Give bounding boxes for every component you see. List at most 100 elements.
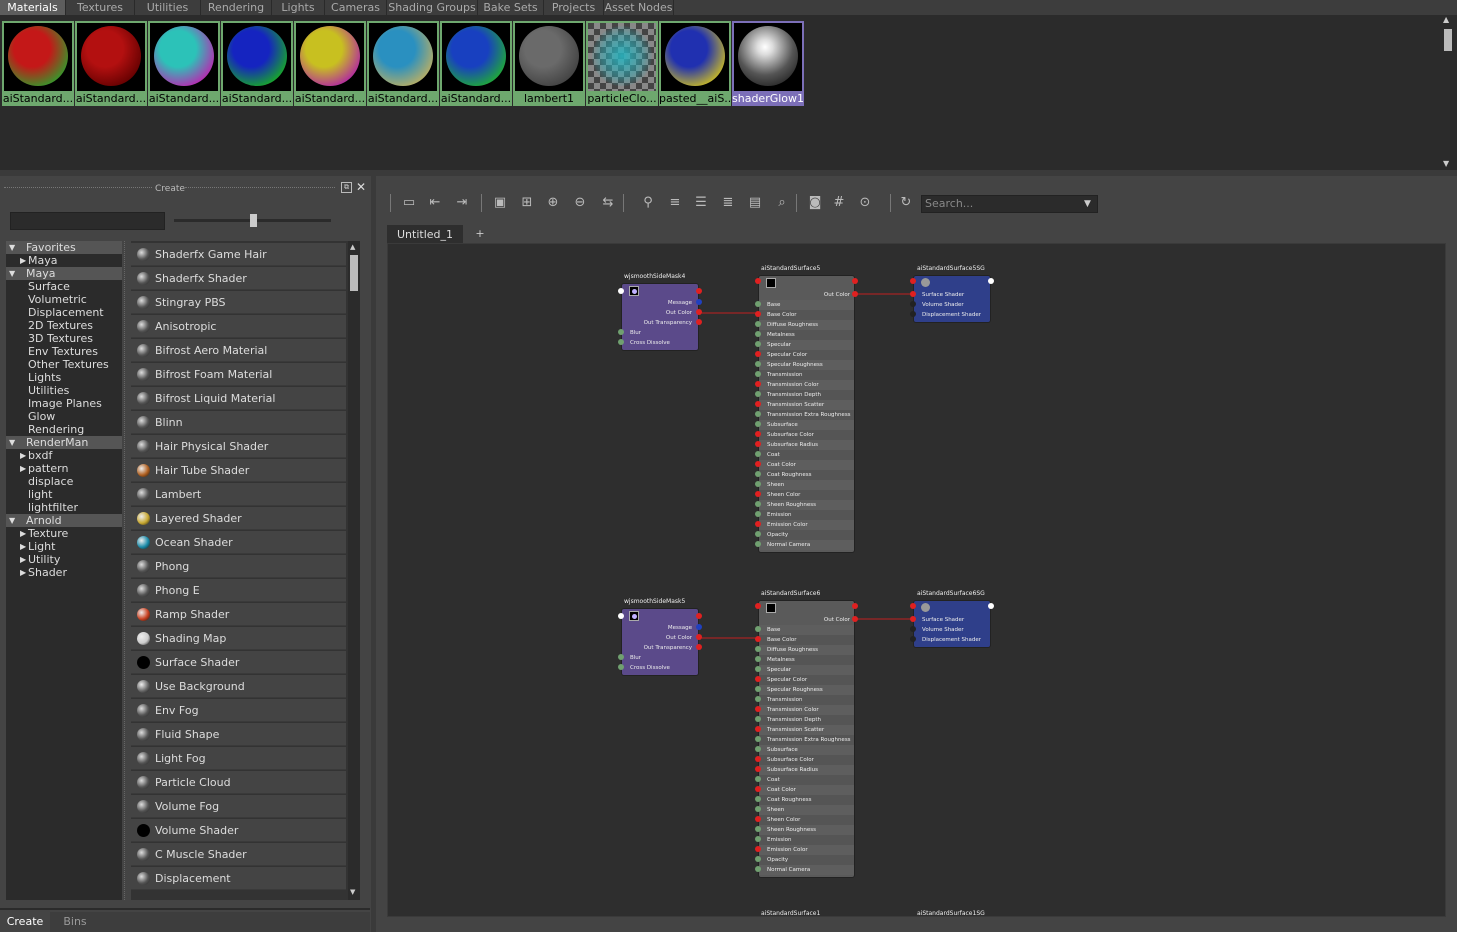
material-swatch[interactable]: aiStandard... — [294, 21, 366, 106]
node-output-port[interactable] — [852, 278, 858, 284]
node-input-port[interactable] — [618, 664, 624, 670]
node-input-port[interactable] — [910, 626, 916, 632]
tree-item[interactable]: Displacement — [6, 306, 122, 319]
shader-list-item[interactable]: Ocean Shader — [131, 531, 346, 554]
tab-create[interactable]: Create — [0, 912, 50, 932]
material-swatch[interactable]: shaderGlow1 — [732, 21, 804, 106]
tree-item[interactable]: light — [6, 488, 122, 501]
node-graph-canvas[interactable]: wjsmoothSideMask4 Message Out Color Out Tra… — [387, 243, 1446, 917]
node-input-port[interactable] — [618, 654, 624, 660]
triangle-down-icon[interactable]: ▼ — [9, 514, 15, 527]
scroll-up-icon[interactable]: ▲ — [1443, 15, 1449, 24]
material-swatch[interactable]: pasted__aiS... — [659, 21, 731, 106]
node-input-port[interactable] — [755, 511, 761, 517]
node-input-port[interactable] — [755, 796, 761, 802]
node-input-port[interactable] — [755, 471, 761, 477]
node-input-port[interactable] — [755, 401, 761, 407]
browser-tab-projects[interactable]: Projects — [544, 0, 604, 15]
panel-splitter[interactable] — [0, 170, 1457, 176]
node-output-port[interactable] — [618, 288, 624, 294]
shader-list-item[interactable]: Surface Shader — [131, 651, 346, 674]
node-input-port[interactable] — [618, 329, 624, 335]
material-swatch[interactable]: particleClo... — [586, 21, 658, 106]
node-input-port[interactable] — [755, 341, 761, 347]
node-output-port[interactable] — [852, 291, 858, 297]
tree-item[interactable]: Volumetric — [6, 293, 122, 306]
add-selected-icon[interactable]: ⊕ — [544, 194, 562, 212]
triangle-down-icon[interactable]: ▼ — [9, 436, 15, 449]
shader-list-item[interactable]: Shaderfx Game Hair — [131, 243, 346, 266]
node-input-port[interactable] — [755, 531, 761, 537]
node-input-port[interactable] — [755, 278, 761, 284]
node-output-port[interactable] — [988, 603, 994, 609]
node-output-port[interactable] — [696, 299, 702, 305]
tab-untitled-1[interactable]: Untitled_1 — [387, 225, 463, 243]
custom-mode-icon[interactable]: ▤ — [746, 194, 764, 212]
tree-item[interactable]: ▶ pattern — [6, 462, 122, 475]
node-output-port[interactable] — [696, 644, 702, 650]
shader-list-item[interactable]: Shading Map — [131, 627, 346, 650]
shader-list-item[interactable]: Hair Tube Shader — [131, 459, 346, 482]
node-input-port[interactable] — [755, 491, 761, 497]
scroll-thumb[interactable] — [350, 255, 358, 291]
node-input-port[interactable] — [755, 826, 761, 832]
graph-selected-icon[interactable]: ⊞ — [518, 194, 536, 212]
node-input-port[interactable] — [755, 421, 761, 427]
tree-item[interactable]: Rendering — [6, 423, 122, 436]
browser-tab-rendering[interactable]: Rendering — [201, 0, 272, 15]
tree-item[interactable]: 2D Textures — [6, 319, 122, 332]
shader-list-item[interactable]: Volume Shader — [131, 819, 346, 842]
tree-item[interactable]: lightfilter — [6, 501, 122, 514]
node-input-port[interactable] — [755, 321, 761, 327]
node-output-port[interactable] — [988, 278, 994, 284]
node-input-port[interactable] — [755, 736, 761, 742]
node-input-port[interactable] — [755, 541, 761, 547]
material-swatch[interactable]: aiStandard... — [148, 21, 220, 106]
shader-list-item[interactable]: Ramp Shader — [131, 603, 346, 626]
node-input-port[interactable] — [910, 616, 916, 622]
browser-tab-cameras[interactable]: Cameras — [325, 0, 387, 15]
scroll-thumb[interactable] — [1444, 29, 1452, 51]
node-input-port[interactable] — [910, 603, 916, 609]
tree-category-header[interactable]: ▼ RenderMan — [6, 436, 122, 449]
create-search-input[interactable] — [10, 212, 165, 230]
node-input-port[interactable] — [755, 696, 761, 702]
shading-group-node[interactable]: Surface Shader Volume Shader Displacement … — [913, 600, 991, 648]
shader-list-item[interactable]: C Muscle Shader — [131, 843, 346, 866]
pin-icon[interactable]: ⚲ — [639, 194, 657, 212]
mask-node[interactable]: Message Out Color Out Transparency Blur Cros… — [621, 283, 699, 351]
triangle-right-icon[interactable]: ▶ — [20, 527, 26, 540]
node-input-port[interactable] — [755, 846, 761, 852]
tree-item[interactable]: ▶ Shader — [6, 566, 122, 579]
node-input-port[interactable] — [755, 301, 761, 307]
node-output-port[interactable] — [696, 319, 702, 325]
shader-list-item[interactable]: Phong — [131, 555, 346, 578]
shader-list-item[interactable]: Bifrost Foam Material — [131, 363, 346, 386]
node-port[interactable] — [696, 288, 702, 294]
panel-splitter-vertical[interactable] — [371, 176, 376, 932]
node-port[interactable] — [696, 613, 702, 619]
node-input-port[interactable] — [910, 311, 916, 317]
input-connections-icon[interactable]: ⇤ — [426, 194, 444, 212]
node-input-port[interactable] — [755, 481, 761, 487]
node-input-port[interactable] — [755, 361, 761, 367]
tree-item[interactable]: Surface — [6, 280, 122, 293]
tree-item[interactable]: ▶ Light — [6, 540, 122, 553]
node-input-port[interactable] — [755, 391, 761, 397]
browser-tab-asset-nodes[interactable]: Asset Nodes — [604, 0, 674, 15]
node-output-port[interactable] — [852, 616, 858, 622]
add-tab-button[interactable]: + — [471, 225, 489, 243]
connected-mode-icon[interactable]: ☰ — [692, 194, 710, 212]
node-input-port[interactable] — [755, 806, 761, 812]
node-input-port[interactable] — [755, 626, 761, 632]
triangle-right-icon[interactable]: ▶ — [20, 553, 26, 566]
tree-item[interactable]: ▶ bxdf — [6, 449, 122, 462]
node-input-port[interactable] — [755, 786, 761, 792]
material-swatch[interactable]: aiStandard... — [221, 21, 293, 106]
tree-category-header[interactable]: ▼ Favorites — [6, 241, 122, 254]
tree-item[interactable]: Other Textures — [6, 358, 122, 371]
material-swatch[interactable]: aiStandard... — [367, 21, 439, 106]
shader-list-item[interactable]: Anisotropic — [131, 315, 346, 338]
material-swatch[interactable]: aiStandard... — [75, 21, 147, 106]
swatch-panel-scrollbar[interactable]: ▲ ▼ — [1442, 15, 1457, 170]
